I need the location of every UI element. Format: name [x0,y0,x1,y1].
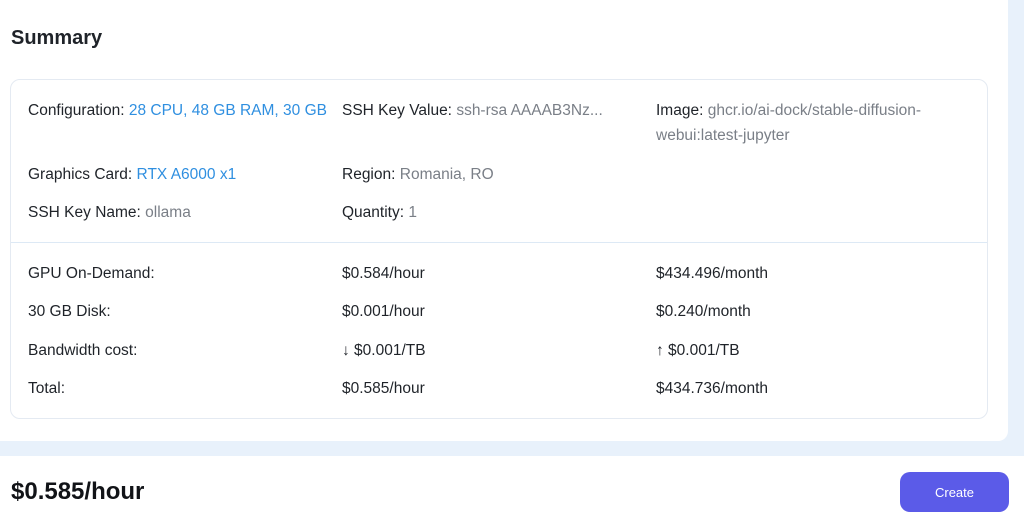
footer-total-price: $0.585/hour [11,478,145,505]
cost-bandwidth-download: ↓ $0.001/TB [342,342,426,359]
summary-title: Summary [11,27,103,49]
cost-gpu-monthly: $434.496/month [656,265,769,282]
quantity-field: Quantity: 1 [342,200,417,225]
configuration-field: Configuration: 28 CPU, 48 GB RAM, 30 GB [28,98,328,123]
cost-disk-label: 30 GB Disk: [28,303,111,320]
graphics-card-field: Graphics Card: RTX A6000 x1 [28,162,236,187]
cost-gpu-hourly: $0.584/hour [342,265,425,282]
graphics-card-label: Graphics Card: [28,166,133,183]
quantity-label: Quantity: [342,204,405,221]
cost-disk-hourly: $0.001/hour [342,303,425,320]
region-label: Region: [342,166,396,183]
configuration-label: Configuration: [28,102,125,119]
ssh-key-value-field: SSH Key Value: ssh-rsa AAAAB3Nz... [342,98,642,123]
cost-total-monthly: $434.736/month [656,380,769,397]
cost-total-label: Total: [28,380,66,397]
region-value: Romania, RO [399,166,494,183]
cost-bandwidth-upload: ↑ $0.001/TB [656,342,740,359]
cost-gpu-label: GPU On-Demand: [28,265,155,282]
ssh-key-name-label: SSH Key Name: [28,204,141,221]
ssh-key-name-field: SSH Key Name: ollama [28,200,191,225]
ssh-key-value-label: SSH Key Value: [342,102,452,119]
quantity-value: 1 [408,204,417,221]
card-divider [11,242,987,243]
image-field: Image: ghcr.io/ai-dock/stable-diffusion-… [656,98,971,148]
footer-bar [0,456,1024,521]
ssh-key-name-value: ollama [145,204,191,221]
create-button[interactable]: Create [900,472,1009,512]
summary-panel: Summary Configuration: 28 CPU, 48 GB RAM… [0,0,1008,441]
ssh-key-value-value: ssh-rsa AAAAB3Nz... [456,102,603,119]
summary-card: Configuration: 28 CPU, 48 GB RAM, 30 GB … [10,79,988,419]
cost-disk-monthly: $0.240/month [656,303,751,320]
image-label: Image: [656,102,704,119]
cost-bandwidth-label: Bandwidth cost: [28,342,138,359]
region-field: Region: Romania, RO [342,162,494,187]
cost-total-hourly: $0.585/hour [342,380,425,397]
configuration-value: 28 CPU, 48 GB RAM, 30 GB [128,102,327,119]
graphics-card-value: RTX A6000 x1 [136,166,237,183]
